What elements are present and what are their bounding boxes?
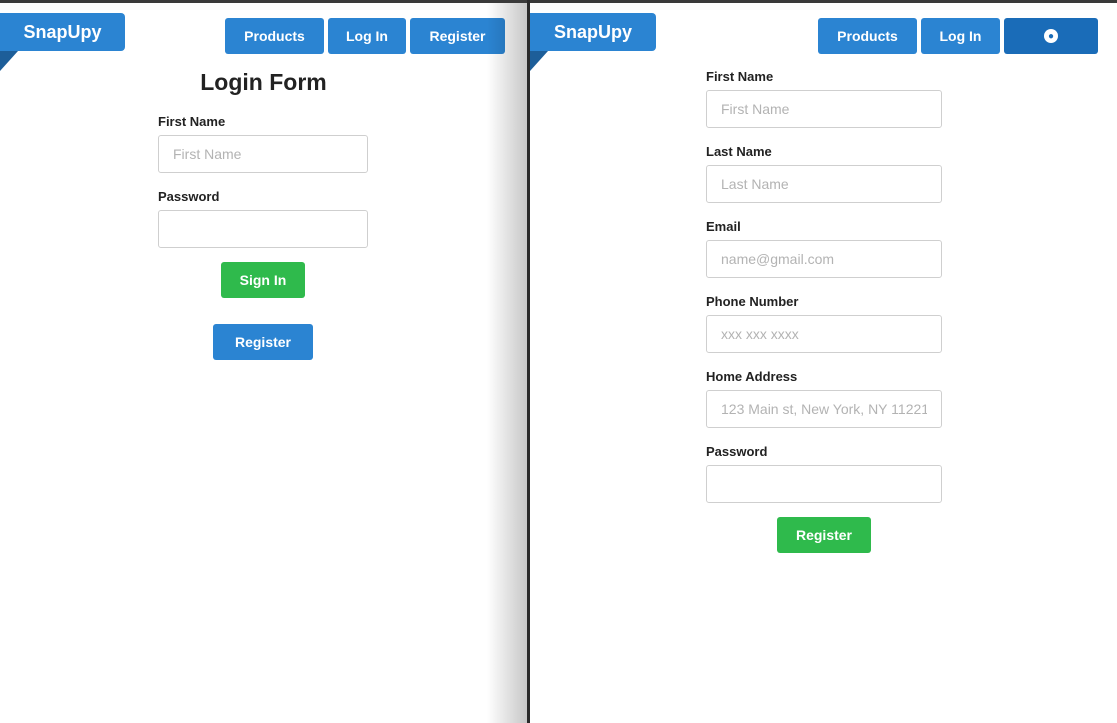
register-window: SnapUpy Products Log In ● First Name Las… bbox=[530, 0, 1117, 723]
nav-register-button[interactable]: Register bbox=[410, 18, 505, 54]
home-address-input[interactable] bbox=[706, 390, 942, 428]
email-input[interactable] bbox=[706, 240, 942, 278]
phone-number-label: Phone Number bbox=[706, 294, 799, 309]
logo-ribbon-fold bbox=[530, 51, 548, 71]
nav-products-button[interactable]: Products bbox=[225, 18, 324, 54]
last-name-label: Last Name bbox=[706, 144, 772, 159]
nav-accessibility-button[interactable]: ● bbox=[1004, 18, 1098, 54]
first-name-input[interactable] bbox=[706, 90, 942, 128]
first-name-label: First Name bbox=[706, 69, 774, 84]
snapupy-logo[interactable]: SnapUpy bbox=[0, 13, 125, 51]
phone-number-input[interactable] bbox=[706, 315, 942, 353]
register-link-button[interactable]: Register bbox=[213, 324, 313, 360]
email-label: Email bbox=[706, 219, 741, 234]
nav-login-button[interactable]: Log In bbox=[921, 18, 1000, 54]
password-input[interactable] bbox=[158, 210, 368, 248]
accessibility-icon: ● bbox=[1044, 29, 1058, 43]
password-label: Password bbox=[706, 444, 768, 459]
register-submit-button[interactable]: Register bbox=[777, 517, 871, 553]
first-name-label: First Name bbox=[158, 114, 226, 129]
home-address-label: Home Address bbox=[706, 369, 798, 384]
password-input[interactable] bbox=[706, 465, 942, 503]
password-label: Password bbox=[158, 189, 220, 204]
nav-login-button[interactable]: Log In bbox=[328, 18, 406, 54]
logo-text: SnapUpy bbox=[553, 21, 632, 42]
page-title: Login Form bbox=[200, 69, 327, 95]
logo-text: SnapUpy bbox=[23, 21, 102, 42]
sign-in-button[interactable]: Sign In bbox=[221, 262, 305, 298]
first-name-input[interactable] bbox=[158, 135, 368, 173]
top-nav: Products Log In Register bbox=[225, 18, 505, 54]
last-name-input[interactable] bbox=[706, 165, 942, 203]
window-edge-shadow bbox=[487, 3, 527, 723]
top-nav: Products Log In ● bbox=[818, 18, 1098, 54]
nav-products-button[interactable]: Products bbox=[818, 18, 917, 54]
login-window: SnapUpy Products Log In Register Login F… bbox=[0, 0, 527, 723]
snapupy-logo[interactable]: SnapUpy bbox=[530, 13, 656, 51]
logo-ribbon-fold bbox=[0, 51, 18, 71]
